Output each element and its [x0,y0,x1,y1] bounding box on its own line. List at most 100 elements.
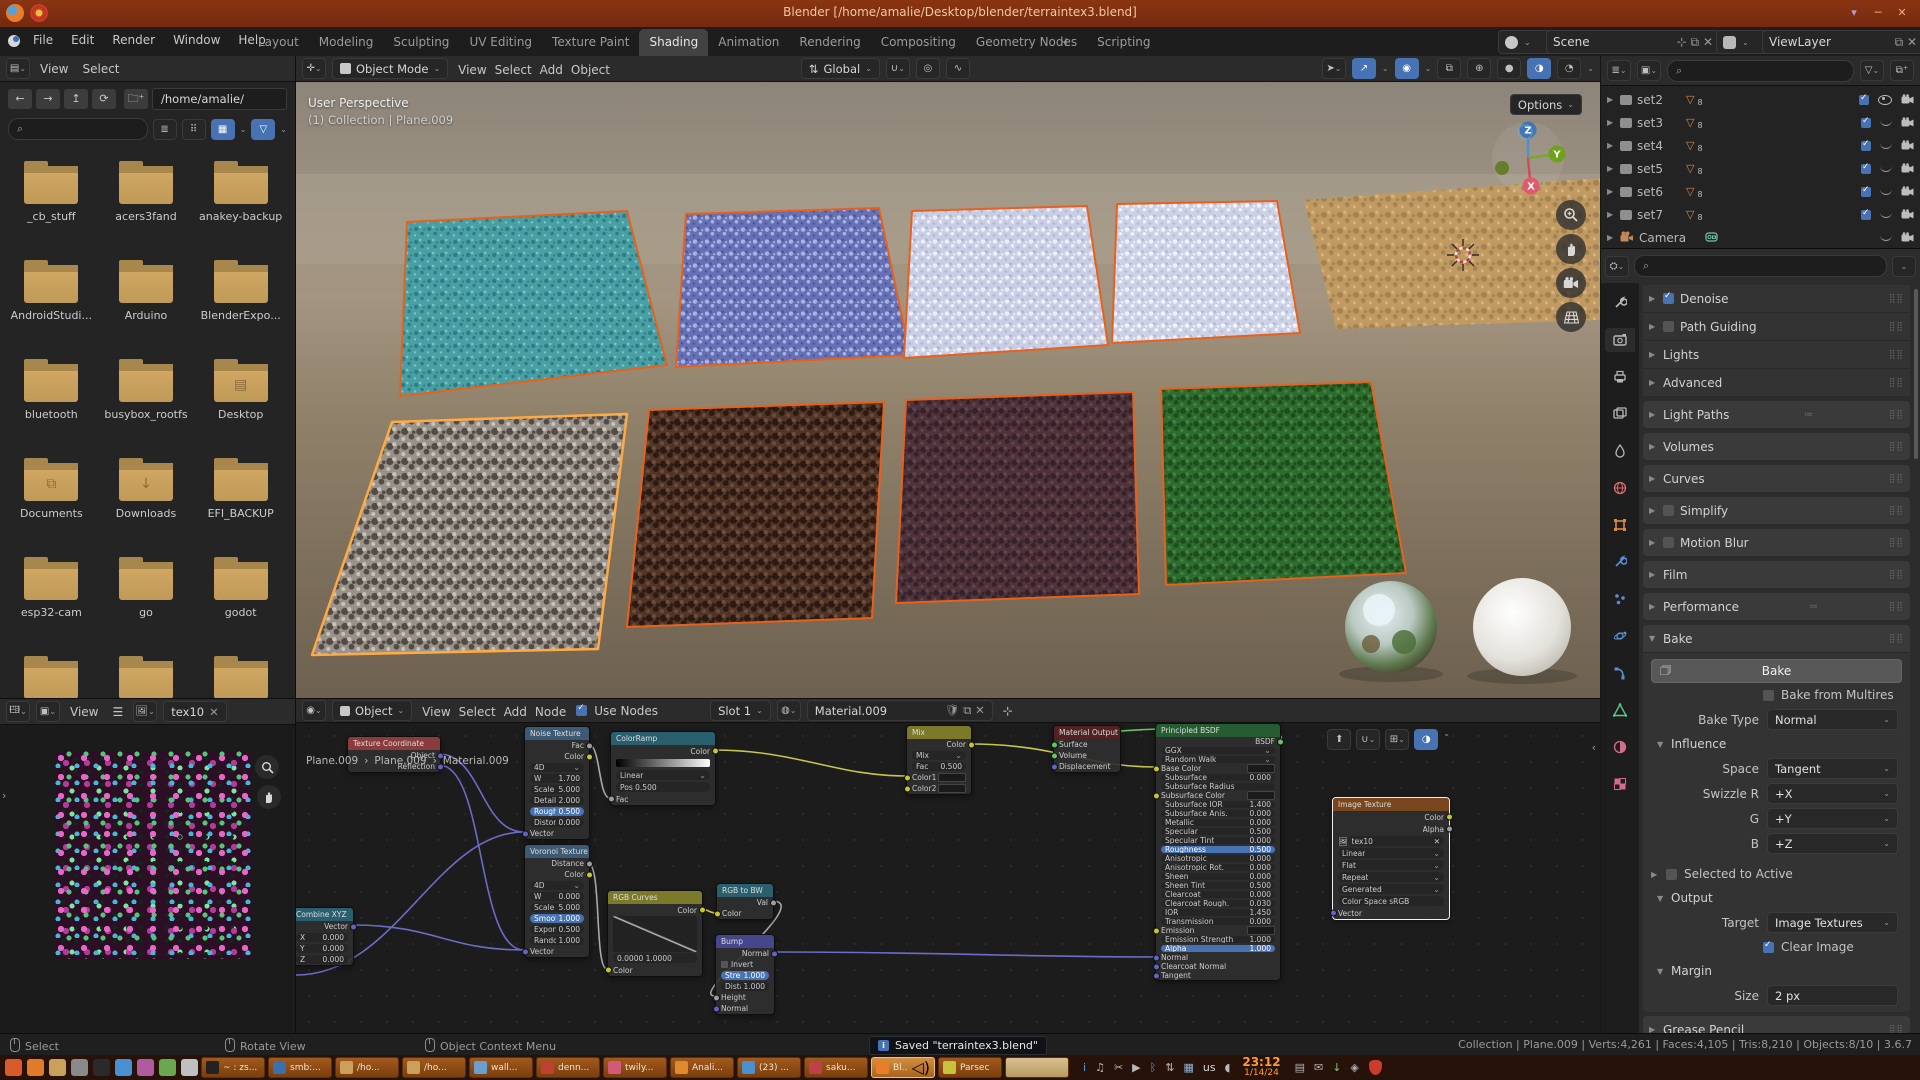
camera-icon[interactable] [181,1059,198,1076]
display-list-horizontal-button[interactable]: ⠿ [182,119,206,140]
display-thumbnails-button[interactable]: ▦ [211,119,235,140]
dropdown-field[interactable]: Linear⌄ [616,770,710,780]
brown-rock-plane[interactable] [627,402,884,627]
section-film[interactable]: ▶Film⣿⣿ [1643,561,1910,589]
include-checkbox[interactable] [1861,210,1871,220]
bake-type-dropdown[interactable]: Normal⌄ [1767,709,1898,730]
node-material-output[interactable]: Material OutputSurfaceVolumeDisplacement [1053,725,1121,773]
folder-partial[interactable] [4,647,99,698]
shading-wireframe-icon[interactable]: ⊕ [1467,58,1491,79]
window-button-smb[interactable]: smb:... [268,1057,332,1078]
input-socket[interactable] [1051,741,1058,748]
node-noise-texture[interactable]: Noise TextureFacColor4D⌄W1.700Scale5.000… [524,726,590,840]
folder-anakey-backup[interactable]: anakey-backup [193,152,288,251]
tray-icon-right-0[interactable]: ▤ [1295,1061,1305,1074]
up-button[interactable]: ↥ [64,89,88,109]
tray-icon-left-0[interactable]: i [1083,1061,1086,1074]
use-nodes-checkbox[interactable]: Use Nodes [576,704,658,718]
window-minimize-button[interactable]: ─ [1868,4,1888,22]
node-mix[interactable]: MixColorMix⌄Fac0.500Color1Color2 [906,725,972,795]
tray-icon-left-7[interactable]: us [1203,1061,1216,1074]
window-button-23[interactable]: (23) ... [737,1057,801,1078]
outliner-row-set2[interactable]: ▶set2▽8 [1601,88,1920,111]
outliner-row-set6[interactable]: ▶set6▽8 [1601,180,1920,203]
disable-render-icon[interactable] [1901,139,1914,153]
editor-icon[interactable] [115,1059,132,1076]
swizzle-r-dropdown[interactable]: +X⌄ [1767,783,1898,804]
eye-closed-icon[interactable] [1880,188,1892,195]
filter-button[interactable]: ▽ [251,119,275,140]
expand-icon[interactable]: ▶ [1607,118,1615,127]
properties-editor-type-icon[interactable]: ⛭⌄ [1605,256,1629,277]
node-sidebar-toggle[interactable]: ‹ [1592,741,1596,754]
input-socket[interactable] [1153,765,1160,772]
input-socket[interactable] [904,785,911,792]
properties-tab-scene[interactable] [1605,439,1635,463]
value-slider[interactable]: Randomness1.000 [530,936,584,945]
bake-panel-header[interactable]: ▼Bake⣿⣿ [1643,625,1910,653]
include-checkbox[interactable] [1861,141,1871,151]
window-button-parsec[interactable]: Parsec [938,1057,1002,1078]
viewport-menu-add[interactable]: Add [536,63,567,77]
filter-dropdown[interactable]: ⌄ [280,125,287,134]
tab-sculpting[interactable]: Sculpting [383,29,459,57]
camera-view-button[interactable] [1556,268,1586,298]
menu-window[interactable]: Window [164,27,229,56]
eye-closed-icon[interactable] [1880,234,1892,241]
folder-BlenderExpo...[interactable]: BlenderExpo... [193,251,288,350]
folder-busybox_rootfs[interactable]: busybox_rootfs [99,350,194,449]
disable-render-icon[interactable] [1901,162,1914,176]
outliner-display-mode-dropdown[interactable]: ≣⌄ [1607,60,1631,81]
window-close-button[interactable]: ✕ [1892,4,1912,22]
go-to-parent-node-button[interactable]: ⬆ [1327,729,1351,750]
files-icon[interactable] [49,1059,66,1076]
shader-type-dropdown[interactable]: Object⌄ [332,700,412,721]
value-slider[interactable]: W0.000 [530,892,584,901]
output-socket[interactable] [1277,738,1284,745]
pan-hand-button[interactable] [1556,234,1586,264]
expand-icon[interactable]: ▶ [1607,95,1615,104]
refresh-button[interactable]: ⟳ [92,89,116,109]
expand-icon[interactable]: ▶ [1607,141,1615,150]
maroon-plane[interactable] [896,392,1139,603]
node-rgb-curves[interactable]: RGB CurvesColor0.0000 1.0000Color [607,890,703,977]
window-button-bl[interactable]: Bl...◁) [871,1057,935,1078]
value-slider[interactable]: Distance1.000 [721,982,769,991]
image-selector[interactable]: tex10✕ [1348,836,1444,846]
properties-tab-world[interactable] [1605,476,1635,500]
input-socket[interactable] [1153,963,1160,970]
shader-preview-toggle[interactable]: ◑ [1414,729,1438,750]
curve-widget[interactable] [613,916,697,952]
editor-type-icon[interactable]: 🖽⌄ [6,701,30,722]
show-gizmo-icon[interactable]: ↗ [1352,58,1376,79]
node-combine-xyz[interactable]: Combine XYZVectorX0.000Y0.000Z0.000 [296,907,354,966]
dropdown-field[interactable]: 4D⌄ [530,881,584,890]
tray-icon-left-4[interactable]: ᛒ [1150,1061,1157,1074]
value-slider[interactable]: Strength1.000 [721,971,769,980]
hamburger-icon[interactable]: ☰ [108,705,127,719]
viewport-sidebar-toggle[interactable]: ‹ [1594,256,1598,269]
folder-Desktop[interactable]: ▤Desktop [193,350,288,449]
value-slider[interactable]: Exponent0.500 [530,925,584,934]
tab-compositing[interactable]: Compositing [871,29,966,57]
properties-tab-view-layer[interactable] [1605,402,1635,426]
outliner-row-set5[interactable]: ▶set5▽8 [1601,157,1920,180]
value-slider[interactable]: Anisotropic Rot.0.000 [1161,864,1275,871]
properties-tab-tool[interactable] [1605,291,1635,315]
denoise-checkbox[interactable] [1663,293,1674,304]
image-zoom-button[interactable] [255,755,279,779]
folder-Downloads[interactable]: ↓Downloads [99,449,194,548]
scene-selector[interactable]: Scene⊹ ⧉ ✕ [1546,30,1720,54]
select-visibility-dropdown[interactable]: ➤⌄ [1322,58,1346,79]
eye-closed-icon[interactable] [1880,165,1892,172]
input-socket[interactable] [605,967,612,974]
properties-tab-object[interactable] [1605,513,1635,537]
proportional-falloff-icon[interactable]: ∿ [946,58,970,79]
viewport-menu-view[interactable]: View [454,63,490,77]
material-name-field[interactable]: Material.009🛡 ⧉ ✕ [807,700,993,721]
shield-icon[interactable] [1369,1060,1382,1075]
value-slider[interactable]: Specular Tint0.000 [1161,837,1275,844]
node-menu-view[interactable]: View [418,705,454,719]
dropdown-field[interactable]: Generated⌄ [1338,884,1444,894]
list-options-icon[interactable]: ≔ [1809,602,1819,612]
